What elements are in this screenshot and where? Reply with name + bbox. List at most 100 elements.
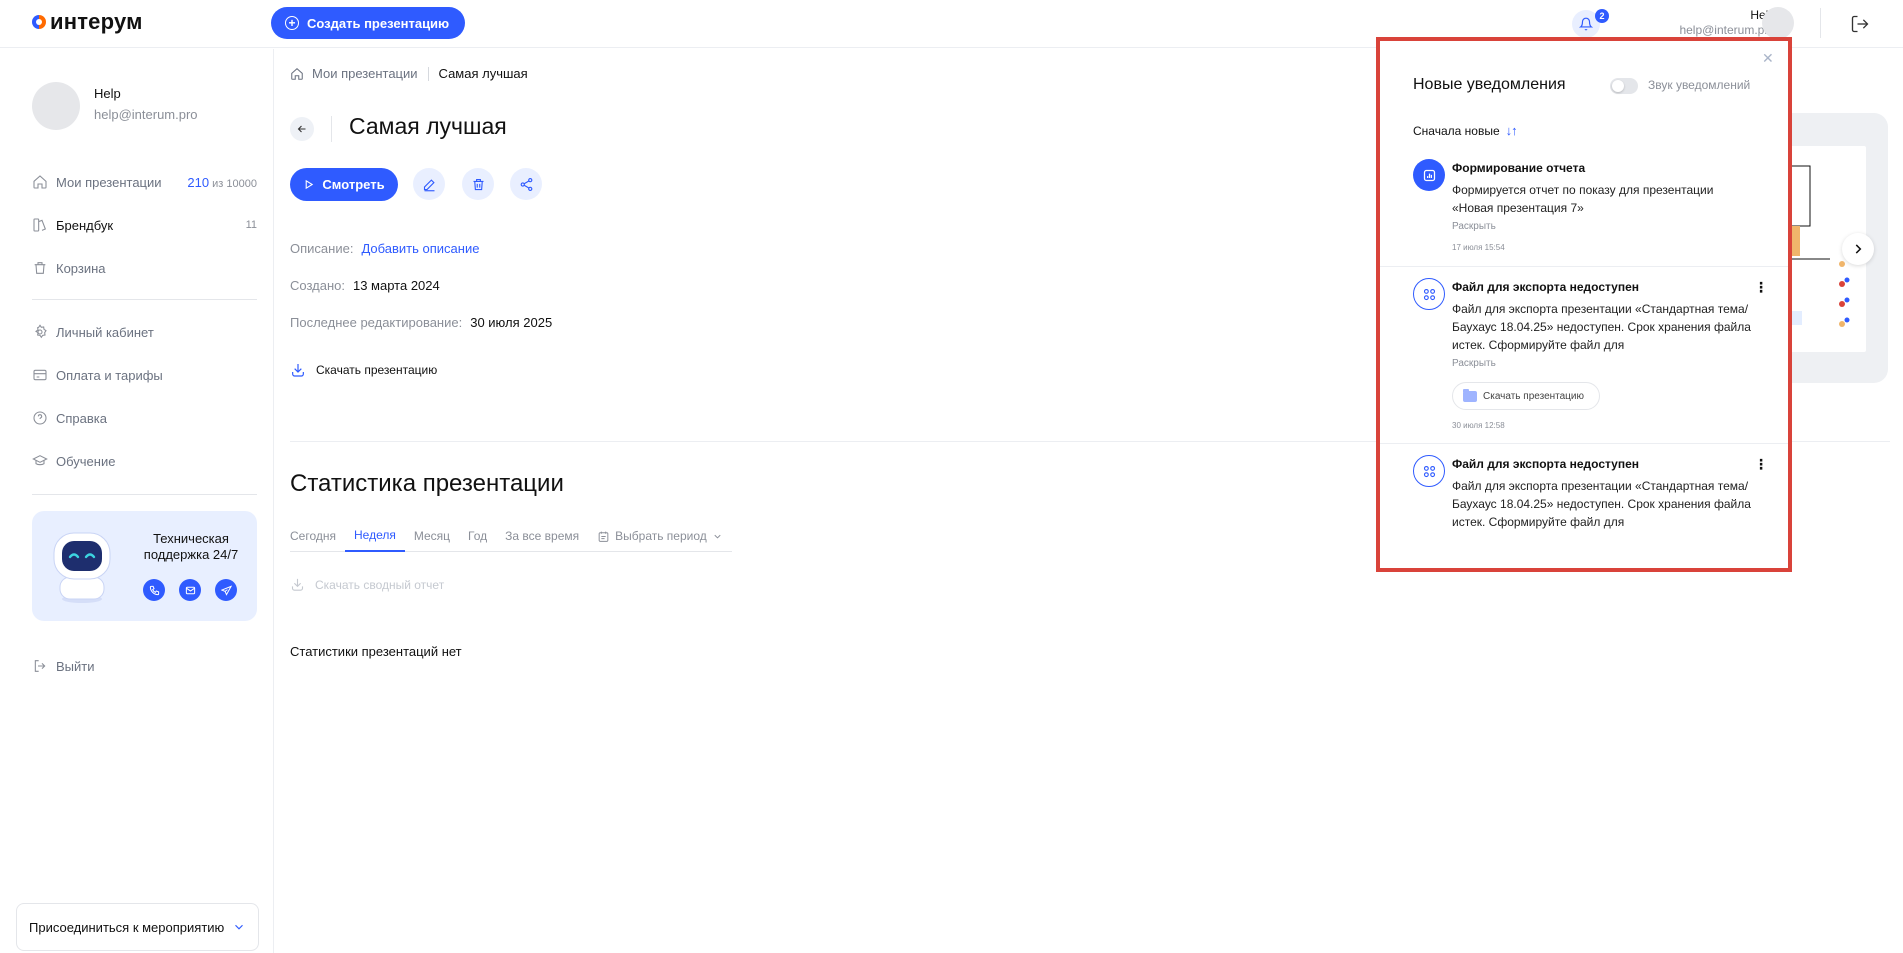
- created-value: 13 марта 2024: [352, 278, 440, 293]
- logo[interactable]: интерум: [32, 9, 143, 35]
- sidebar-item-brandbook[interactable]: Брендбук 11: [32, 214, 257, 236]
- description-key: Описание:: [290, 241, 354, 256]
- chevron-right-icon: [1855, 244, 1862, 254]
- sidebar-item-logout[interactable]: Выйти: [32, 655, 257, 677]
- brandbook-icon: [33, 218, 47, 232]
- sidebar-avatar[interactable]: [32, 82, 80, 130]
- header-divider: [1820, 8, 1821, 38]
- chevron-down-icon: [714, 534, 721, 539]
- notification-download-label: Скачать презентацию: [1483, 390, 1584, 402]
- back-button[interactable]: [290, 117, 314, 141]
- tab-month[interactable]: Месяц: [405, 529, 459, 551]
- notification-divider: [1380, 443, 1788, 444]
- notification-expand-link[interactable]: Раскрыть: [1452, 221, 1496, 232]
- sidebar-item-label: Справка: [56, 410, 107, 426]
- sidebar: Help help@interum.pro Мои презентации 21…: [0, 49, 274, 953]
- tab-week[interactable]: Неделя: [345, 528, 405, 552]
- notification-expand-link[interactable]: Раскрыть: [1452, 358, 1496, 369]
- join-event-label: Присоединиться к мероприятию: [29, 919, 225, 935]
- support-buttons: [143, 579, 237, 601]
- header-avatar[interactable]: [1762, 7, 1794, 39]
- more-vertical-icon[interactable]: ⋮: [1754, 280, 1768, 294]
- support-email-button[interactable]: [179, 579, 201, 601]
- notification-text: Формируется отчет по показу для презента…: [1452, 183, 1714, 215]
- more-vertical-icon[interactable]: ⋮: [1754, 457, 1768, 471]
- report-chart-icon: [1413, 159, 1445, 191]
- brandbook-count: 11: [245, 219, 257, 231]
- trash-icon: [34, 262, 46, 274]
- tab-all-time[interactable]: За все время: [496, 529, 588, 551]
- question-icon: [33, 411, 47, 425]
- tab-select-period-label: Выбрать период: [615, 529, 707, 543]
- logo-text: интерум: [50, 9, 143, 34]
- sort-control[interactable]: Сначала новые ↓↑: [1413, 123, 1518, 138]
- stats-title: Статистика презентации: [290, 470, 564, 497]
- sidebar-user-email: help@interum.pro: [94, 107, 198, 122]
- support-phone-button[interactable]: [143, 579, 165, 601]
- arrow-left-icon: [297, 125, 306, 133]
- watch-button[interactable]: Смотреть: [290, 168, 398, 201]
- notification-title: Файл для экспорта недоступен: [1452, 280, 1640, 294]
- logo-mark-icon: [32, 15, 46, 29]
- telegram-icon: [220, 584, 232, 596]
- header-user-name: Help: [1679, 8, 1775, 23]
- notification-title: Файл для экспорта недоступен: [1452, 457, 1640, 471]
- notification-download-button[interactable]: Скачать презентацию: [1452, 382, 1600, 410]
- sidebar-item-learning[interactable]: Обучение: [32, 450, 257, 472]
- join-event-dropdown[interactable]: Присоединиться к мероприятию: [16, 903, 259, 951]
- download-summary-link[interactable]: Скачать сводный отчет: [290, 577, 444, 592]
- notifications-title: Новые уведомления: [1413, 76, 1566, 93]
- support-telegram-button[interactable]: [215, 579, 237, 601]
- presentations-counter: 210 из 10000: [187, 175, 257, 190]
- sidebar-item-label: Оплата и тарифы: [56, 367, 163, 383]
- bell-icon: [1579, 17, 1593, 31]
- tab-today[interactable]: Сегодня: [290, 529, 345, 551]
- edited-key: Последнее редактирование:: [290, 315, 463, 330]
- sidebar-item-label: Личный кабинет: [56, 324, 154, 340]
- pencil-icon: [423, 178, 435, 191]
- no-stats-message: Статистики презентаций нет: [290, 644, 462, 659]
- sidebar-item-account[interactable]: Личный кабинет: [32, 321, 257, 343]
- notifications-badge: 2: [1595, 9, 1609, 23]
- sidebar-item-billing[interactable]: Оплата и тарифы: [32, 364, 257, 386]
- trash-icon: [473, 178, 483, 190]
- sidebar-item-my-presentations[interactable]: Мои презентации 210 из 10000: [32, 171, 257, 193]
- sidebar-item-trash[interactable]: Корзина: [32, 257, 257, 279]
- download-summary-label: Скачать сводный отчет: [315, 577, 445, 592]
- created-row: Создано: 13 марта 2024: [290, 278, 440, 293]
- calendar-icon: [598, 531, 609, 542]
- sidebar-item-help[interactable]: Справка: [32, 407, 257, 429]
- tab-year[interactable]: Год: [459, 529, 496, 551]
- edit-button[interactable]: [413, 168, 445, 200]
- notification-text: Файл для экспорта презентации «Стандартн…: [1452, 302, 1751, 352]
- sidebar-item-label: Брендбук: [56, 217, 114, 233]
- logout-icon[interactable]: [1850, 14, 1870, 34]
- card-icon: [33, 369, 47, 381]
- preview-next-button[interactable]: [1842, 233, 1874, 265]
- sound-label: Звук уведомлений: [1648, 78, 1751, 92]
- header-user[interactable]: Help help@interum.pro: [1679, 8, 1775, 38]
- home-icon: [291, 67, 303, 80]
- create-presentation-button[interactable]: + Создать презентацию: [271, 7, 466, 39]
- share-button[interactable]: [510, 168, 542, 200]
- sound-toggle[interactable]: [1610, 78, 1638, 94]
- play-icon: [306, 179, 314, 190]
- support-card: Техническая поддержка 24/7: [32, 511, 257, 621]
- breadcrumb-current: Самая лучшая: [438, 66, 528, 81]
- share-icon: [520, 177, 532, 191]
- sidebar-divider: [32, 299, 257, 300]
- tab-select-period[interactable]: Выбрать период: [588, 529, 732, 551]
- delete-button[interactable]: [462, 168, 494, 200]
- robot-mascot-icon: [53, 532, 111, 603]
- presentations-limit: из 10000: [212, 177, 257, 190]
- edited-value: 30 июля 2025: [470, 315, 553, 330]
- header-user-email: help@interum.pro: [1679, 23, 1775, 37]
- description-row: Описание: Добавить описание: [290, 241, 479, 256]
- sort-arrows-icon: ↓↑: [1505, 123, 1518, 138]
- breadcrumb-root[interactable]: Мои презентации: [290, 66, 418, 81]
- plus-circle-icon: +: [285, 16, 299, 30]
- close-icon[interactable]: ✕: [1762, 50, 1774, 67]
- download-presentation-link[interactable]: Скачать презентацию: [290, 362, 437, 378]
- add-description-link[interactable]: Добавить описание: [361, 241, 479, 256]
- grid-apps-icon: [1413, 278, 1445, 310]
